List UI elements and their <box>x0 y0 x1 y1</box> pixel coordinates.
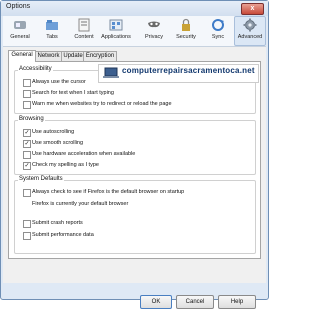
laptop-icon <box>103 67 119 78</box>
toolbar-content-label: Content <box>74 34 94 40</box>
always-use-cursor-checkbox[interactable] <box>23 79 31 87</box>
spell-check-label: Check my spelling as I type <box>32 162 99 168</box>
help-button[interactable]: Help <box>218 295 256 309</box>
toolbar-general[interactable]: General <box>5 17 35 45</box>
accessibility-title: Accessibility <box>18 66 53 72</box>
general-tab-panel: Accessibility Always use the cursor Sear… <box>8 61 261 259</box>
crash-reports-label: Submit crash reports <box>32 220 83 226</box>
toolbar-general-label: General <box>10 34 30 40</box>
general-switch-icon <box>14 21 26 29</box>
options-window: Options x General Tabs Content Applicati… <box>0 0 269 309</box>
system-defaults-group: System Defaults Always check to see if F… <box>14 176 256 254</box>
system-defaults-title: System Defaults <box>18 176 64 182</box>
tab-encryption[interactable]: Encryption <box>83 51 117 61</box>
default-browser-status: Firefox is currently your default browse… <box>32 201 129 207</box>
toolbar-tabs[interactable]: Tabs <box>37 17 67 45</box>
content-icon <box>78 18 90 32</box>
toolbar-sync[interactable]: Sync <box>203 17 233 45</box>
applications-icon <box>109 19 123 31</box>
toolbar-advanced[interactable]: Advanced <box>234 16 266 46</box>
tab-update[interactable]: Update <box>61 51 85 61</box>
toolbar-security[interactable]: Security <box>171 17 201 45</box>
toolbar-applications-label: Applications <box>101 34 131 40</box>
performance-data-checkbox[interactable] <box>23 232 31 240</box>
toolbar-applications[interactable]: Applications <box>101 17 131 45</box>
smooth-scrolling-label: Use smooth scrolling <box>32 140 84 146</box>
warn-redirect-checkbox[interactable] <box>23 101 31 109</box>
watermark-banner: computerrepairsacramentoca.net <box>98 64 259 83</box>
window-title: Options <box>6 3 31 10</box>
ok-button[interactable]: OK <box>140 295 172 309</box>
crash-reports-checkbox[interactable] <box>23 220 31 228</box>
security-lock-icon <box>182 18 190 31</box>
toolbar-security-label: Security <box>176 34 196 40</box>
hardware-acceleration-checkbox[interactable] <box>23 151 31 159</box>
browsing-group: Browsing ✓ Use autoscrolling ✓ Use smoot… <box>14 116 256 175</box>
default-browser-check-label: Always check to see if Firefox is the de… <box>32 189 185 195</box>
browsing-title: Browsing <box>18 116 45 122</box>
hardware-acceleration-label: Use hardware acceleration when available <box>32 151 136 157</box>
performance-data-label: Submit performance data <box>32 232 94 238</box>
tab-general[interactable]: General <box>8 50 36 62</box>
toolbar-content[interactable]: Content <box>69 17 99 45</box>
cancel-button[interactable]: Cancel <box>176 295 214 309</box>
toolbar-privacy[interactable]: Privacy <box>139 17 169 45</box>
spell-check-checkbox[interactable]: ✓ <box>23 162 31 170</box>
privacy-mask-icon <box>148 21 160 28</box>
search-typing-label: Search for text when I start typing <box>32 90 114 96</box>
toolbar-privacy-label: Privacy <box>144 34 164 40</box>
tabs-icon <box>46 20 58 30</box>
toolbar-sync-label: Sync <box>211 34 225 40</box>
default-browser-check-checkbox[interactable] <box>23 189 31 197</box>
search-typing-checkbox[interactable] <box>23 90 31 98</box>
warn-redirect-label: Warn me when websites try to redirect or… <box>32 101 172 107</box>
toolbar-advanced-label: Advanced <box>237 34 263 40</box>
options-toolbar: General Tabs Content Applications Privac… <box>3 16 266 47</box>
title-bar[interactable]: Options x <box>1 1 268 16</box>
autoscrolling-label: Use autoscrolling <box>32 129 75 135</box>
always-use-cursor-label: Always use the cursor <box>32 79 86 85</box>
tab-network[interactable]: Network <box>34 51 63 61</box>
smooth-scrolling-checkbox[interactable]: ✓ <box>23 140 31 148</box>
autoscrolling-checkbox[interactable]: ✓ <box>23 129 31 137</box>
sync-icon <box>212 19 224 31</box>
toolbar-tabs-label: Tabs <box>46 34 58 40</box>
watermark-text: computerrepairsacramentoca.net <box>122 66 255 75</box>
advanced-gear-icon <box>243 18 257 32</box>
close-button[interactable]: x <box>241 3 264 15</box>
